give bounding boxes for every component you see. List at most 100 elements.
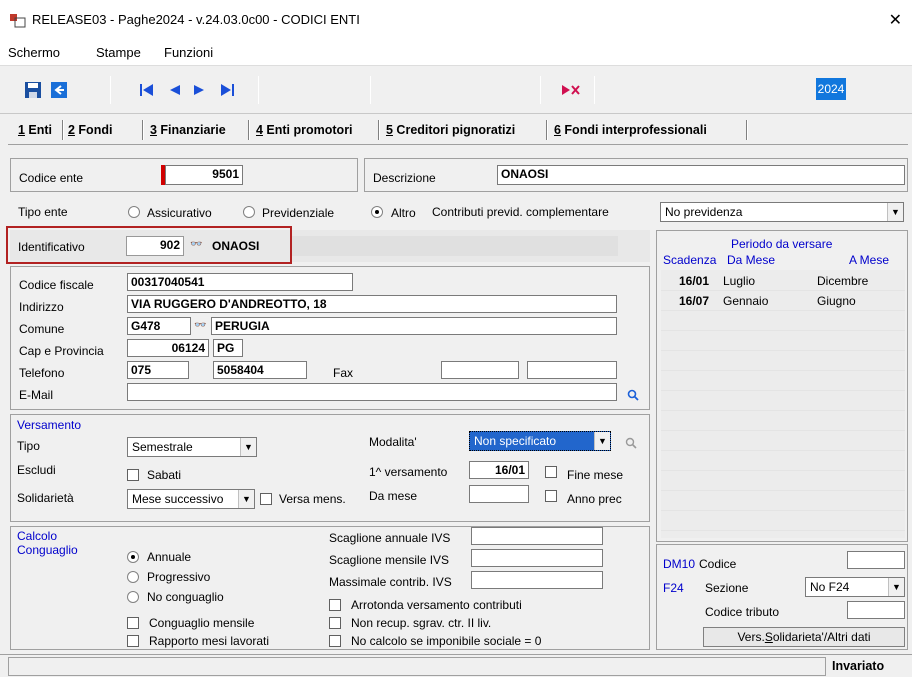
row-scadenza: 16/07 <box>679 294 710 308</box>
table-row[interactable]: 16/07 Gennaio Giugno <box>661 292 905 311</box>
email-input[interactable] <box>127 383 617 401</box>
radio-previdenziale[interactable] <box>243 206 255 218</box>
delete-record-icon[interactable] <box>560 80 582 100</box>
identificativo-label: Identificativo <box>18 240 85 254</box>
button-text: Vers. <box>737 630 765 644</box>
radio-assicurativo[interactable] <box>128 206 140 218</box>
telefono-number-input[interactable]: 5058404 <box>213 361 307 379</box>
versamento-title: Versamento <box>17 418 82 432</box>
menu-funzioni[interactable]: Funzioni <box>164 45 213 60</box>
col-da-mese: Da Mese <box>727 253 776 267</box>
radio-annuale[interactable] <box>127 551 139 563</box>
radio-progressivo[interactable] <box>127 571 139 583</box>
tab-bar: 1 Enti 2 Fondi 3 Finanziarie 4 Enti prom… <box>0 116 912 144</box>
year-badge: 2024 <box>816 78 846 100</box>
scaglione-annuale-input[interactable] <box>471 527 603 545</box>
dm10-codice-input[interactable] <box>847 551 905 569</box>
primo-versamento-input[interactable]: 16/01 <box>469 461 529 479</box>
versa-mens-checkbox[interactable] <box>260 493 272 505</box>
menu-schermo[interactable]: Schermo <box>8 45 60 60</box>
sezione-select[interactable]: No F24 ▼ <box>805 577 905 597</box>
tab-fondi-interprofessionali[interactable]: 6 Fondi interprofessionali <box>554 120 707 142</box>
back-icon[interactable] <box>48 80 70 100</box>
radio-altro[interactable] <box>371 206 383 218</box>
f24-label: F24 <box>663 581 684 595</box>
progressivo-label: Progressivo <box>147 570 211 584</box>
vers-solidarieta-button[interactable]: Vers. Solidarieta'/Altri dati <box>703 627 905 647</box>
conguaglio-mensile-checkbox[interactable] <box>127 617 139 629</box>
rapporto-mesi-label: Rapporto mesi lavorati <box>149 634 270 648</box>
primo-versamento-label: 1^ versamento <box>369 465 448 479</box>
tipo-versamento-select[interactable]: Semestrale ▼ <box>127 437 257 457</box>
comune-code-input[interactable]: G478 <box>127 317 191 335</box>
save-icon[interactable] <box>22 80 44 100</box>
button-text-mnemonic: S <box>764 630 773 644</box>
status-bar: Invariato <box>0 654 912 677</box>
cf-label: Codice fiscale <box>19 278 94 292</box>
descrizione-input[interactable]: ONAOSI <box>497 165 905 185</box>
search-icon[interactable] <box>625 437 637 449</box>
table-row[interactable]: 16/01 Luglio Dicembre <box>661 272 905 291</box>
indirizzo-input[interactable]: VIA RUGGERO D'ANDREOTTO, 18 <box>127 295 617 313</box>
chevron-down-icon: ▼ <box>888 578 904 596</box>
no-calcolo-checkbox[interactable] <box>329 635 341 647</box>
toolbar: 2024 <box>0 66 912 114</box>
calcolo-panel: Calcolo Conguaglio Annuale Progressivo N… <box>10 526 650 650</box>
contributi-select[interactable]: No previdenza ▼ <box>660 202 904 222</box>
close-icon[interactable]: ✕ <box>889 10 902 30</box>
solidarieta-value: Mese successivo <box>132 492 224 506</box>
contributi-value: No previdenza <box>665 205 743 219</box>
no-conguaglio-label: No conguaglio <box>147 590 224 604</box>
fine-mese-checkbox[interactable] <box>545 466 557 478</box>
massimale-input[interactable] <box>471 571 603 589</box>
comune-name-input[interactable]: PERUGIA <box>211 317 617 335</box>
cap-label: Cap e Provincia <box>19 344 104 358</box>
non-recup-label: Non recup. sgrav. ctr. II liv. <box>351 616 492 630</box>
chevron-down-icon: ▼ <box>594 432 610 450</box>
modalita-select[interactable]: Non specificato ▼ <box>469 431 611 451</box>
solidarieta-select[interactable]: Mese successivo ▼ <box>127 489 255 509</box>
arrotonda-label: Arrotonda versamento contributi <box>351 598 522 612</box>
search-icon[interactable] <box>627 389 639 401</box>
prev-record-icon[interactable] <box>164 80 186 100</box>
telefono-label: Telefono <box>19 366 65 380</box>
fax-number-input[interactable] <box>527 361 617 379</box>
da-mese-input[interactable] <box>469 485 529 503</box>
row-scadenza: 16/01 <box>679 274 710 288</box>
rapporto-mesi-checkbox[interactable] <box>127 635 139 647</box>
tab-enti[interactable]: 1 Enti <box>18 120 52 142</box>
next-record-icon[interactable] <box>188 80 210 100</box>
last-record-icon[interactable] <box>216 80 238 100</box>
cf-input[interactable]: 00317040541 <box>127 273 353 291</box>
identificativo-code[interactable]: 902 <box>126 236 184 256</box>
tab-finanziarie[interactable]: 3 Finanziarie <box>150 120 226 142</box>
tab-fondi[interactable]: 2 Fondi <box>68 120 112 142</box>
codice-ente-input[interactable]: 9501 <box>165 165 243 185</box>
sabati-checkbox[interactable] <box>127 469 139 481</box>
provincia-input[interactable]: PG <box>213 339 243 357</box>
binoculars-icon[interactable]: 👓 <box>190 239 202 250</box>
fax-prefix-input[interactable] <box>441 361 519 379</box>
dm10-label: DM10 <box>663 557 696 571</box>
identificativo-name: ONAOSI <box>212 239 260 253</box>
codice-tributo-input[interactable] <box>847 601 905 619</box>
first-record-icon[interactable] <box>136 80 158 100</box>
anno-prec-checkbox[interactable] <box>545 490 557 502</box>
tab-enti-promotori[interactable]: 4 Enti promotori <box>256 120 353 142</box>
tab-creditori-pignoratizi[interactable]: 5 Creditori pignoratizi <box>386 120 515 142</box>
solidarieta-label: Solidarietà <box>17 491 74 505</box>
conguaglio-title: Conguaglio <box>17 543 78 557</box>
descrizione-label: Descrizione <box>373 171 436 185</box>
tipo-ente-label: Tipo ente <box>18 205 68 219</box>
cap-input[interactable]: 06124 <box>127 339 209 357</box>
scaglione-mensile-input[interactable] <box>471 549 603 567</box>
arrotonda-checkbox[interactable] <box>329 599 341 611</box>
telefono-prefix-input[interactable]: 075 <box>127 361 189 379</box>
binoculars-icon[interactable]: 👓 <box>194 320 206 331</box>
radio-no-conguaglio[interactable] <box>127 591 139 603</box>
codice-ente-panel: Codice ente 9501 <box>10 158 358 192</box>
descrizione-panel: Descrizione ONAOSI <box>364 158 908 192</box>
non-recup-checkbox[interactable] <box>329 617 341 629</box>
menu-stampe[interactable]: Stampe <box>96 45 141 60</box>
dm10-codice-label: Codice <box>699 557 737 571</box>
